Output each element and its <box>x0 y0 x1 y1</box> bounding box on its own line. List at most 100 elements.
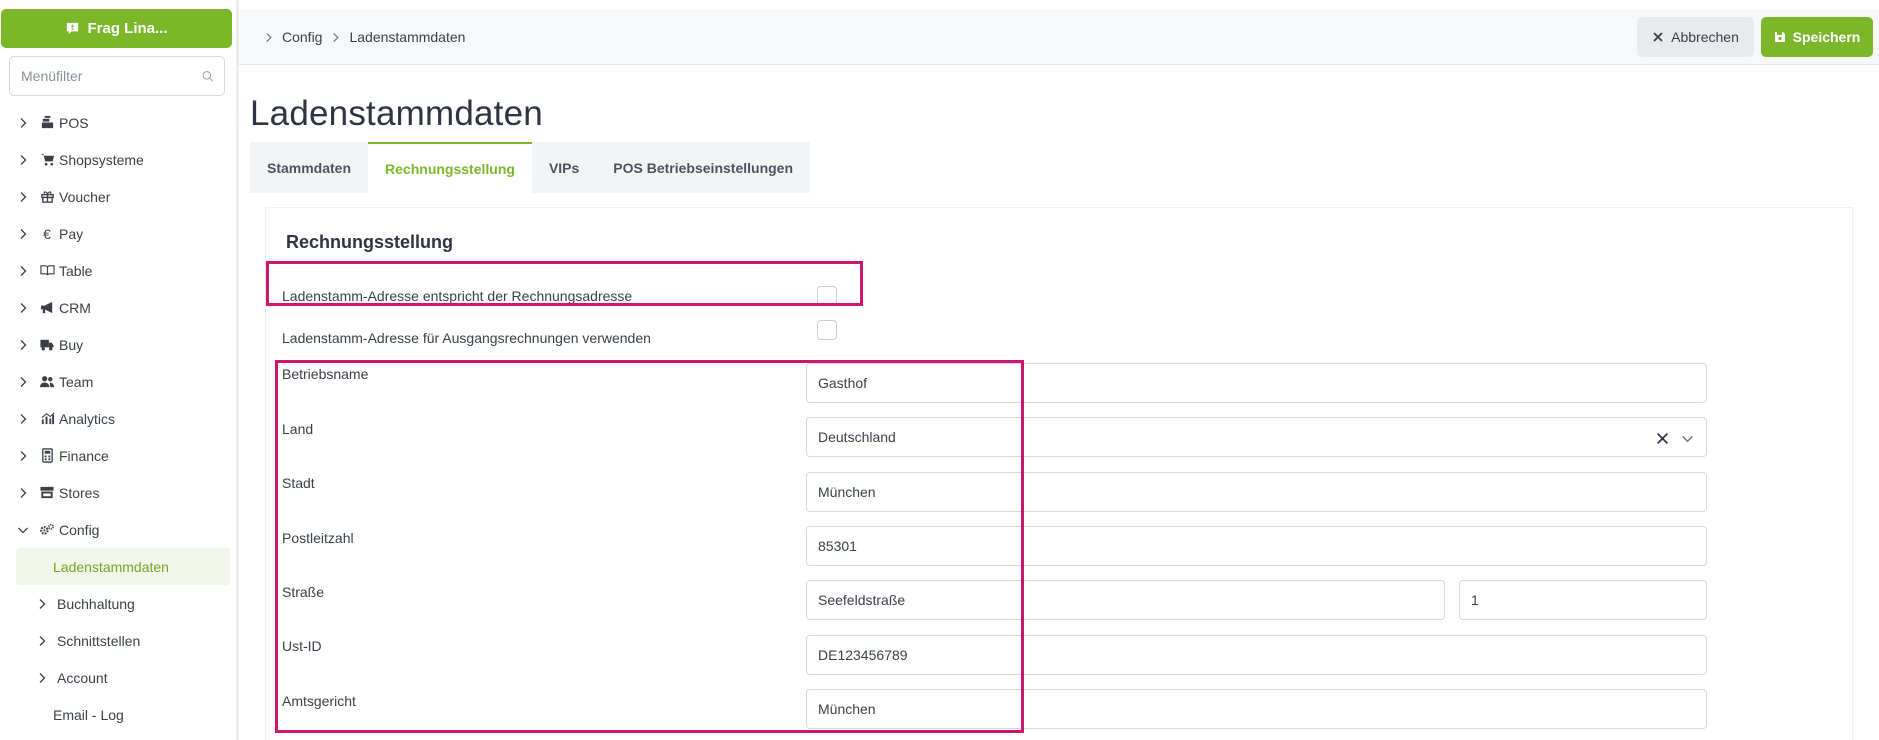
sidebar-item-label: Finance <box>59 447 109 464</box>
house-number-input[interactable]: 1 <box>1459 580 1707 620</box>
sidebar-item-analytics[interactable]: Analytics <box>0 400 236 437</box>
sidebar-item-label: Pay <box>59 225 84 242</box>
sidebar-item-shopsysteme[interactable]: Shopsysteme <box>0 141 236 178</box>
chevron-right-icon <box>333 32 340 42</box>
checkbox-label: Ladenstamm-Adresse entspricht der Rechnu… <box>282 288 633 304</box>
euro-icon: € <box>43 225 51 242</box>
sidebar-item-team[interactable]: Team <box>0 363 236 400</box>
sidebar-item-label: CRM <box>59 299 91 316</box>
country-select-value: Deutschland <box>818 429 896 445</box>
sidebar-item-label: Account <box>57 669 108 686</box>
tab-stammdaten[interactable]: Stammdaten <box>250 142 368 193</box>
cash-register-icon <box>39 115 55 131</box>
chevron-right-icon <box>20 302 27 313</box>
sidebar-nav: POS Shopsysteme Voucher € Pay Table CRM <box>0 104 236 733</box>
field-label-strasse: Straße <box>282 584 325 600</box>
menu-filter[interactable] <box>9 56 225 96</box>
save-button-label: Speichern <box>1792 29 1861 45</box>
sidebar: Frag Lina... POS Shopsysteme Voucher € P… <box>0 0 236 740</box>
sidebar-item-label: Schnittstellen <box>57 632 141 649</box>
chevron-right-icon <box>266 32 272 42</box>
chevron-right-icon <box>20 154 27 165</box>
floppy-disk-icon <box>1774 32 1785 42</box>
chevron-right-icon <box>20 450 27 461</box>
tab-bar: Stammdaten Rechnungsstellung VIPs POS Be… <box>250 142 811 193</box>
field-label-stadt: Stadt <box>282 475 315 491</box>
chevron-right-icon <box>39 635 46 646</box>
country-select[interactable]: Deutschland <box>806 417 1707 457</box>
sidebar-item-label: Ladenstammdaten <box>53 558 169 575</box>
sidebar-item-label: Buy <box>59 336 84 353</box>
gift-icon <box>39 189 55 205</box>
sidebar-item-stores[interactable]: Stores <box>0 474 236 511</box>
business-name-input[interactable]: Gasthof <box>806 363 1707 403</box>
city-input[interactable]: München <box>806 472 1707 512</box>
vat-id-input[interactable]: DE123456789 <box>806 635 1707 675</box>
chevron-right-icon <box>39 598 46 609</box>
checkbox-row-same-address: Ladenstamm-Adresse entspricht der Rechnu… <box>282 283 632 309</box>
chevron-right-icon <box>20 265 27 276</box>
ask-lina-label: Frag Lina... <box>87 20 168 37</box>
sidebar-item-label: Analytics <box>59 410 116 427</box>
sidebar-item-pay[interactable]: € Pay <box>0 215 236 252</box>
chevron-right-icon <box>20 117 27 128</box>
save-button[interactable]: Speichern <box>1761 17 1873 57</box>
street-input[interactable]: Seefeldstraße <box>806 580 1445 620</box>
chevron-down-icon[interactable] <box>1681 432 1694 445</box>
breadcrumb-item-config[interactable]: Config <box>282 29 322 45</box>
zip-input[interactable]: 85301 <box>806 526 1707 566</box>
checkbox-row-outgoing: Ladenstamm-Adresse für Ausgangsrechnunge… <box>282 325 651 351</box>
calculator-icon <box>39 448 55 464</box>
field-label-betriebsname: Betriebsname <box>282 366 369 382</box>
page-title: Ladenstammdaten <box>250 94 543 133</box>
menu-filter-input[interactable] <box>21 68 202 84</box>
sidebar-item-crm[interactable]: CRM <box>0 289 236 326</box>
chat-icon <box>67 22 79 35</box>
tab-rechnungsstellung[interactable]: Rechnungsstellung <box>368 142 532 193</box>
chevron-right-icon <box>39 672 46 683</box>
sidebar-item-buy[interactable]: Buy <box>0 326 236 363</box>
sidebar-item-config[interactable]: Config <box>0 511 236 548</box>
sidebar-item-pos[interactable]: POS <box>0 104 236 141</box>
tab-vips[interactable]: VIPs <box>532 142 596 193</box>
field-label-ust-id: Ust-ID <box>282 638 322 654</box>
tab-pos-betriebseinstellungen[interactable]: POS Betriebseinstellungen <box>596 142 810 193</box>
shopping-cart-icon <box>39 152 55 168</box>
sidebar-item-label: Email - Log <box>53 706 124 723</box>
sidebar-subitem-buchhaltung[interactable]: Buchhaltung <box>0 585 236 622</box>
store-icon <box>39 485 55 501</box>
sidebar-subitem-account[interactable]: Account <box>0 659 236 696</box>
sidebar-item-label: Stores <box>59 484 100 501</box>
outgoing-invoice-checkbox[interactable] <box>817 320 837 340</box>
sidebar-item-finance[interactable]: Finance <box>0 437 236 474</box>
top-bar: Config Ladenstammdaten Abbrechen Speiche… <box>239 9 1879 65</box>
chevron-right-icon <box>20 191 27 202</box>
sidebar-item-table[interactable]: Table <box>0 252 236 289</box>
field-label-amtsgericht: Amtsgericht <box>282 693 356 709</box>
sidebar-item-label: POS <box>59 114 89 131</box>
sidebar-item-label: Team <box>59 373 94 390</box>
truck-icon <box>39 337 55 353</box>
close-icon <box>1653 32 1663 42</box>
select-controls <box>1656 418 1694 458</box>
court-input[interactable]: München <box>806 689 1707 729</box>
cancel-button[interactable]: Abbrechen <box>1637 17 1754 57</box>
breadcrumb-item-current: Ladenstammdaten <box>349 29 466 45</box>
sidebar-item-label: Shopsysteme <box>59 151 144 168</box>
sidebar-subitem-schnittstellen[interactable]: Schnittstellen <box>0 622 236 659</box>
ask-lina-button[interactable]: Frag Lina... <box>1 9 232 48</box>
chevron-right-icon <box>20 376 27 387</box>
clear-icon[interactable] <box>1656 432 1669 445</box>
sidebar-item-label: Table <box>59 262 93 279</box>
sidebar-item-voucher[interactable]: Voucher <box>0 178 236 215</box>
chevron-right-icon <box>20 487 27 498</box>
megaphone-icon <box>39 300 55 316</box>
sidebar-subitem-ladenstammdaten[interactable]: Ladenstammdaten <box>16 548 230 585</box>
checkbox-label: Ladenstamm-Adresse für Ausgangsrechnunge… <box>282 330 651 346</box>
sidebar-subitem-email-log[interactable]: Email - Log <box>0 696 236 733</box>
gears-icon <box>39 522 55 538</box>
same-address-checkbox[interactable] <box>817 286 837 306</box>
sidebar-item-label: Voucher <box>59 188 111 205</box>
main-content: Config Ladenstammdaten Abbrechen Speiche… <box>239 0 1879 740</box>
cancel-button-label: Abbrechen <box>1671 29 1739 45</box>
